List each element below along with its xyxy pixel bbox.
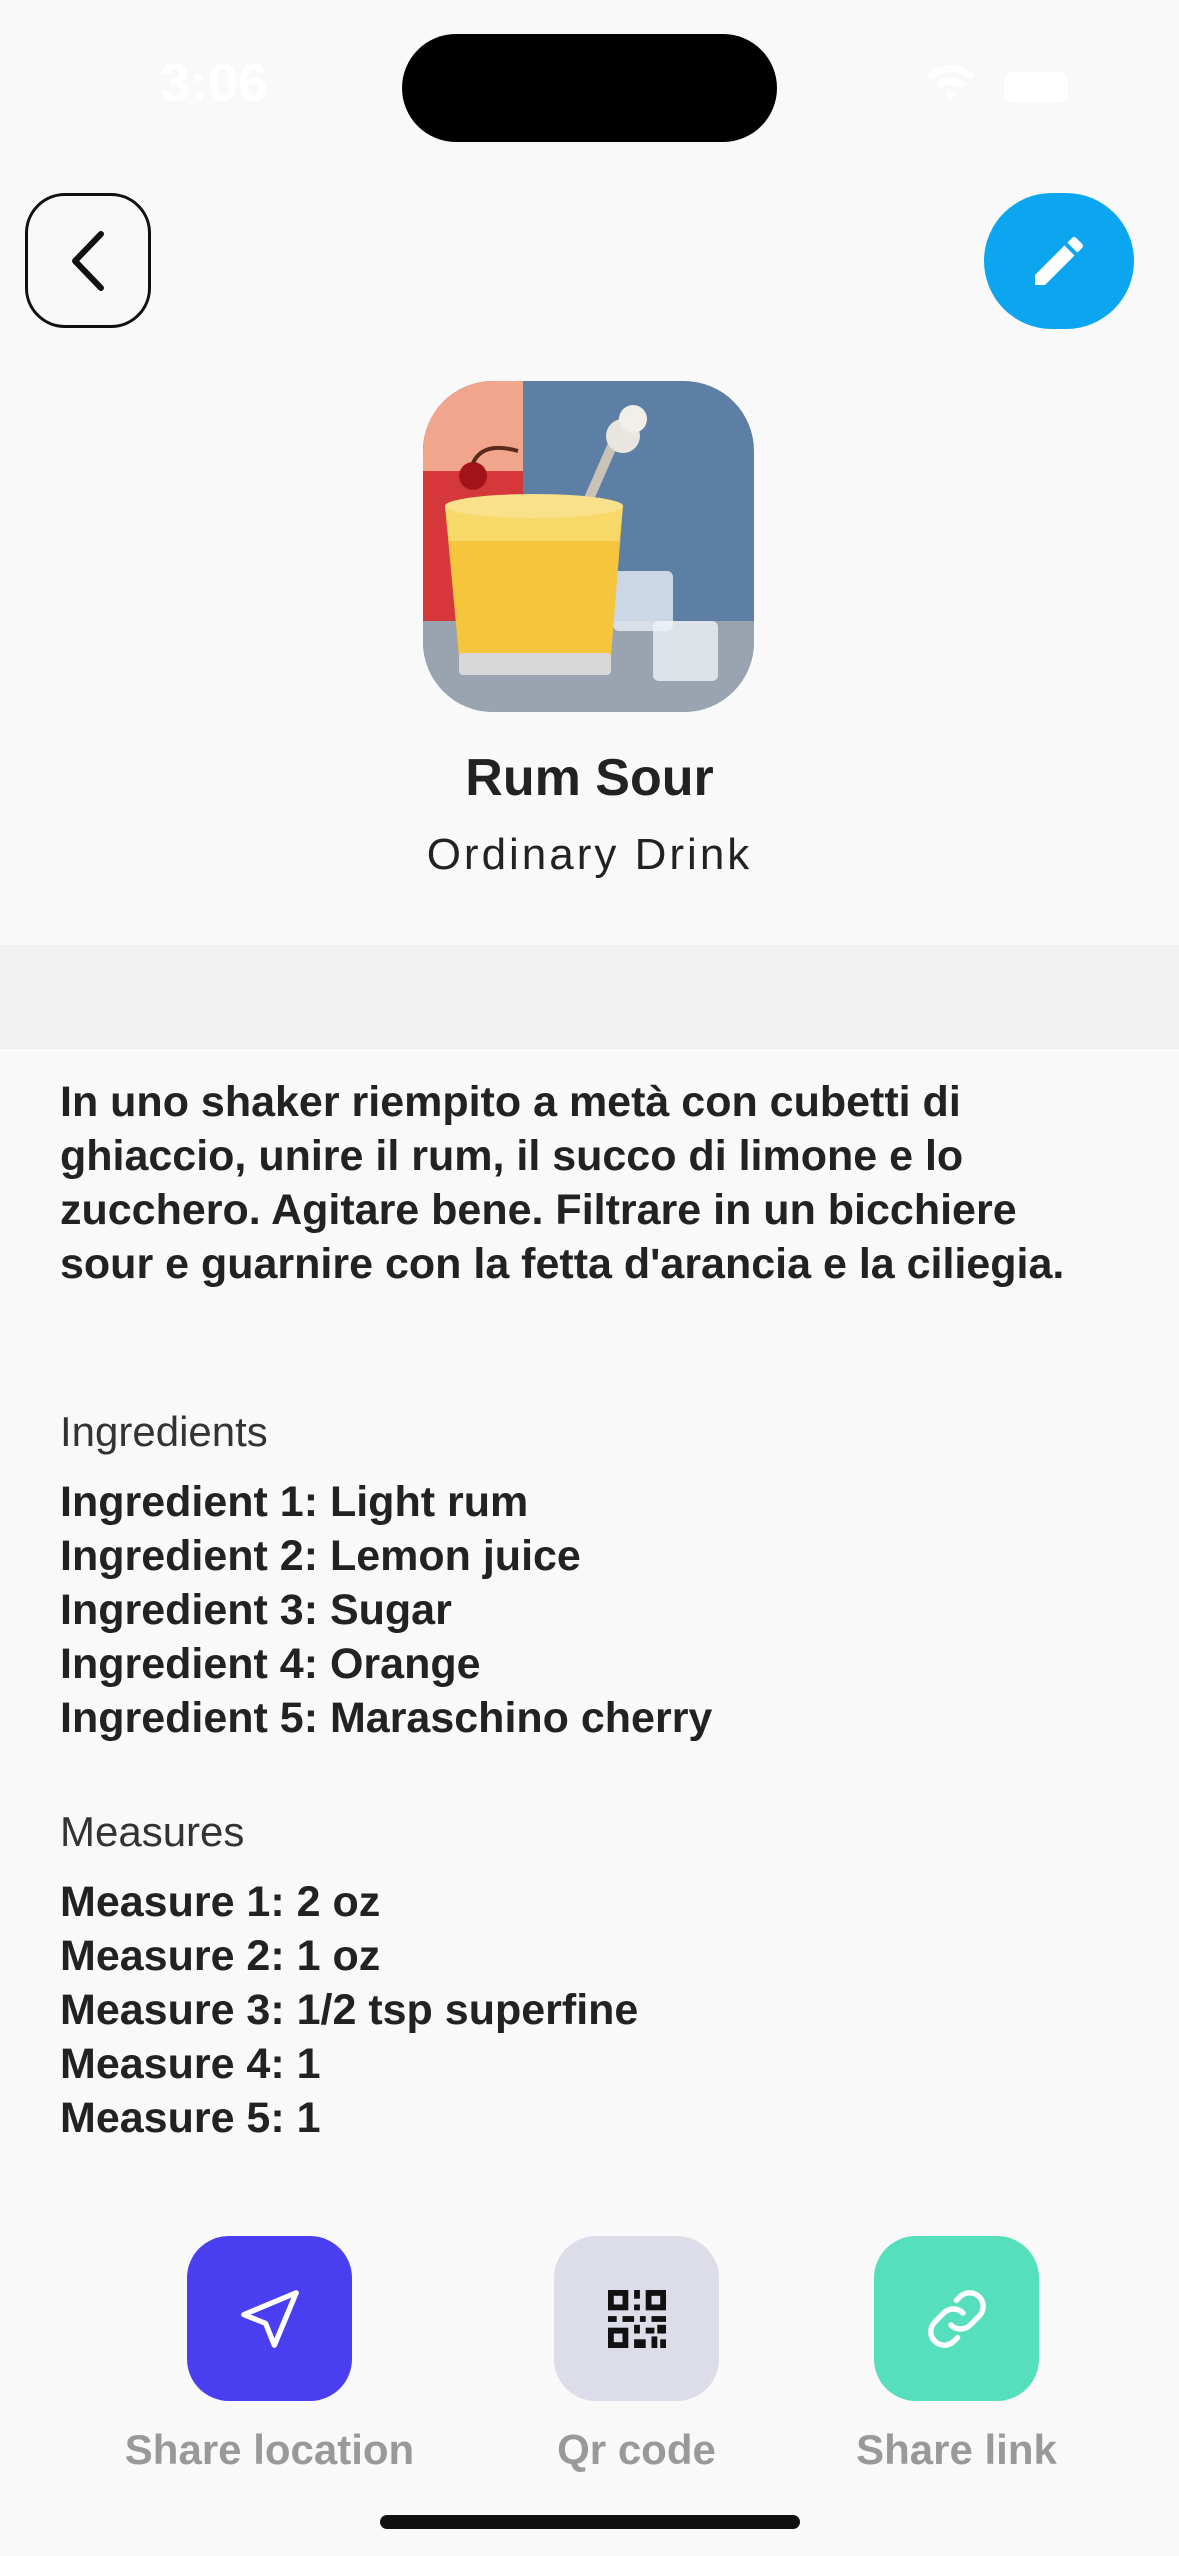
share-link-label: Share link [856,2426,1057,2473]
chevron-left-icon [72,230,104,291]
instructions-text: In uno shaker riempito a metà con cubett… [60,1078,1065,1288]
pencil-icon [1035,236,1084,285]
share-location-button[interactable]: Share location [125,2236,414,2473]
share-link-tile[interactable] [874,2236,1039,2401]
home-indicator[interactable] [380,2515,800,2529]
ingredients-heading: Ingredients [60,1408,268,1455]
ingredient-item: Ingredient 5: Maraschino cherry [60,1694,713,1742]
qr-code-icon [607,2289,666,2348]
section-divider [0,945,1179,1049]
edit-button[interactable] [984,193,1134,329]
measure-item: Measure 3: 1/2 tsp superfine [60,1986,639,2034]
ingredient-item: Ingredient 3: Sugar [60,1586,452,1634]
qr-code-label: Qr code [557,2426,716,2473]
wifi-icon [927,65,975,100]
battery-icon [1004,72,1068,102]
share-link-button[interactable]: Share link [856,2236,1057,2473]
back-button[interactable] [25,193,151,328]
measures-heading: Measures [60,1808,245,1855]
navigation-arrow-icon [240,2289,299,2348]
share-location-label: Share location [124,2426,415,2473]
qr-code-button[interactable]: Qr code [554,2236,719,2473]
qr-code-tile[interactable] [554,2236,719,2401]
measure-item: Measure 1: 2 oz [60,1878,381,1926]
measure-item: Measure 2: 1 oz [60,1932,381,1980]
drink-image [423,381,754,712]
status-bar: 3:06 [0,0,1179,150]
measure-item: Measure 4: 1 [60,2040,321,2088]
ingredient-item: Ingredient 2: Lemon juice [60,1532,581,1580]
status-time: 3:06 [160,53,269,113]
dynamic-island [402,34,777,142]
drink-category: Ordinary Drink [426,830,753,879]
ingredient-item: Ingredient 1: Light rum [60,1478,529,1526]
measures-list: Measure 1: 2 oz Measure 2: 1 oz Measure … [60,1875,638,2145]
measure-item: Measure 5: 1 [60,2094,321,2142]
share-location-tile[interactable] [187,2236,352,2401]
ingredient-item: Ingredient 4: Orange [60,1640,481,1688]
link-icon [927,2289,986,2348]
ingredients-list: Ingredient 1: Light rum Ingredient 2: Le… [60,1475,712,1745]
drink-name: Rum Sour [465,749,714,807]
